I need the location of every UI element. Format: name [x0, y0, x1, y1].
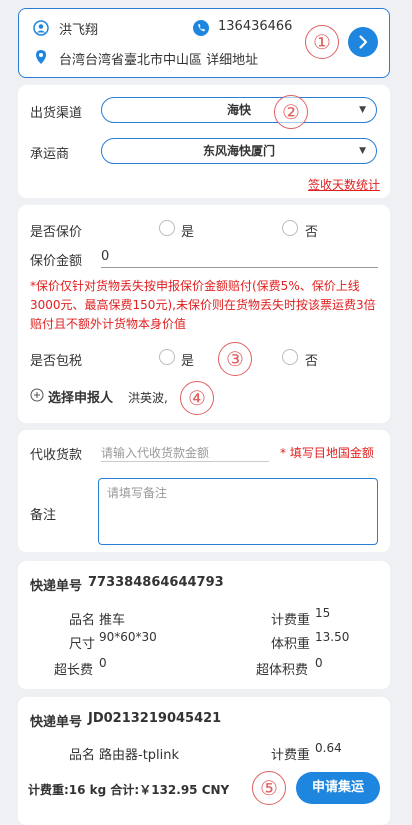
annotation-marker-5: ⑤ — [252, 771, 286, 805]
sign-days-stats-link[interactable]: 签收天数统计 — [308, 176, 380, 193]
recipient-address: 台湾台湾省臺北市中山區 详细地址 — [59, 53, 259, 68]
dropdown-caret-icon: ▼ — [359, 146, 366, 156]
user-icon — [33, 20, 49, 36]
channel-value: 海快 — [226, 103, 251, 117]
tracking-number: JD0213219045421 — [88, 711, 222, 726]
insure-label: 是否保价 — [30, 225, 83, 240]
size-value: 90*60*30 — [99, 630, 157, 644]
item-name-label: 品名 — [69, 613, 96, 628]
volume-weight: 13.50 — [315, 630, 350, 644]
tax-label: 是否包税 — [30, 354, 83, 369]
remark-textarea[interactable]: 请填写备注 — [98, 478, 378, 545]
carrier-value: 东风海快厦门 — [202, 144, 275, 158]
billing-weight: 0.64 — [315, 741, 342, 755]
insure-no-radio[interactable] — [282, 220, 298, 236]
channel-label: 出货渠道 — [30, 106, 83, 121]
dropdown-caret-icon: ▼ — [359, 105, 366, 115]
tax-no-label: 否 — [305, 354, 319, 369]
recipient-phone: 136436466 — [218, 19, 293, 34]
cod-hint: * 填写目地国金额 — [280, 446, 374, 460]
over-volume-fee-label: 超体积费 — [256, 663, 309, 678]
volume-weight-label: 体积重 — [271, 637, 311, 652]
package-card: 快递单号 773384864644793 品名 推车 计费重 15 尺寸 90*… — [18, 561, 390, 689]
plus-circle-icon — [30, 388, 44, 402]
bottom-summary-bar: 计费重:16 kg 合计:￥132.95 CNY ⑤ 申请集运 — [18, 762, 390, 814]
declarant-value: 洪英波, — [128, 391, 168, 405]
tax-no-radio[interactable] — [282, 349, 298, 365]
insure-yes-radio[interactable] — [159, 220, 175, 236]
cod-label: 代收货款 — [30, 448, 83, 463]
insure-yes-label: 是 — [181, 225, 195, 240]
remark-placeholder: 请填写备注 — [107, 486, 168, 500]
annotation-marker-4: ④ — [180, 381, 214, 415]
over-volume-fee: 0 — [315, 656, 323, 670]
cod-placeholder: 请输入代收货款金额 — [101, 446, 210, 460]
address-edit-button[interactable] — [348, 27, 378, 57]
billing-weight: 15 — [315, 606, 331, 620]
address-card[interactable]: 洪飞翔 136436466 台湾台湾省臺北市中山區 详细地址 ① — [18, 8, 390, 78]
item-name-label: 品名 — [69, 748, 96, 763]
tax-yes-radio[interactable] — [159, 349, 175, 365]
apply-consolidation-button[interactable]: 申请集运 — [296, 772, 380, 804]
over-length-fee-label: 超长费 — [54, 663, 94, 678]
insure-no-label: 否 — [305, 225, 319, 240]
tax-yes-label: 是 — [181, 354, 195, 369]
tracking-label: 快递单号 — [30, 579, 83, 594]
location-pin-icon — [36, 50, 46, 64]
recipient-name: 洪飞翔 — [59, 23, 99, 38]
phone-icon — [193, 20, 209, 36]
tracking-label: 快递单号 — [30, 715, 83, 730]
annotation-marker-1: ① — [305, 25, 339, 59]
item-name: 推车 — [99, 613, 126, 628]
insure-amount-value: 0 — [101, 249, 110, 264]
carrier-label: 承运商 — [30, 147, 70, 162]
item-name: 路由器-tplink — [99, 748, 180, 763]
size-label: 尺寸 — [69, 637, 96, 652]
insure-amount-label: 保价金额 — [30, 254, 83, 269]
over-length-fee: 0 — [99, 656, 107, 670]
cod-card: 代收货款 请输入代收货款金额 * 填写目地国金额 备注 请填写备注 — [18, 430, 390, 552]
cod-input[interactable]: 请输入代收货款金额 — [101, 440, 269, 462]
total-summary: 计费重:16 kg 合计:￥132.95 CNY — [28, 783, 230, 797]
billing-weight-label: 计费重 — [271, 613, 311, 628]
chevron-right-icon — [359, 35, 368, 49]
shipping-card: 出货渠道 海快 ▼ ② 承运商 东风海快厦门 ▼ 签收天数统计 — [18, 85, 390, 198]
insurance-notice: *保价仅针对货物丢失按申报保价金额赔付(保费5%、保价上线3000元、最高保费1… — [30, 279, 376, 331]
annotation-marker-3: ③ — [218, 342, 252, 376]
annotation-marker-2: ② — [274, 95, 308, 129]
billing-weight-label: 计费重 — [271, 748, 311, 763]
carrier-select[interactable]: 东风海快厦门 ▼ — [101, 138, 377, 164]
select-declarant-label: 选择申报人 — [48, 391, 114, 406]
remark-label: 备注 — [30, 508, 57, 523]
tracking-number: 773384864644793 — [88, 575, 224, 590]
insure-amount-input[interactable]: 0 — [101, 246, 378, 268]
insurance-card: 是否保价 是 否 保价金额 0 *保价仅针对货物丢失按申报保价金额赔付(保费5%… — [18, 205, 390, 423]
channel-select[interactable]: 海快 ▼ — [101, 97, 377, 123]
